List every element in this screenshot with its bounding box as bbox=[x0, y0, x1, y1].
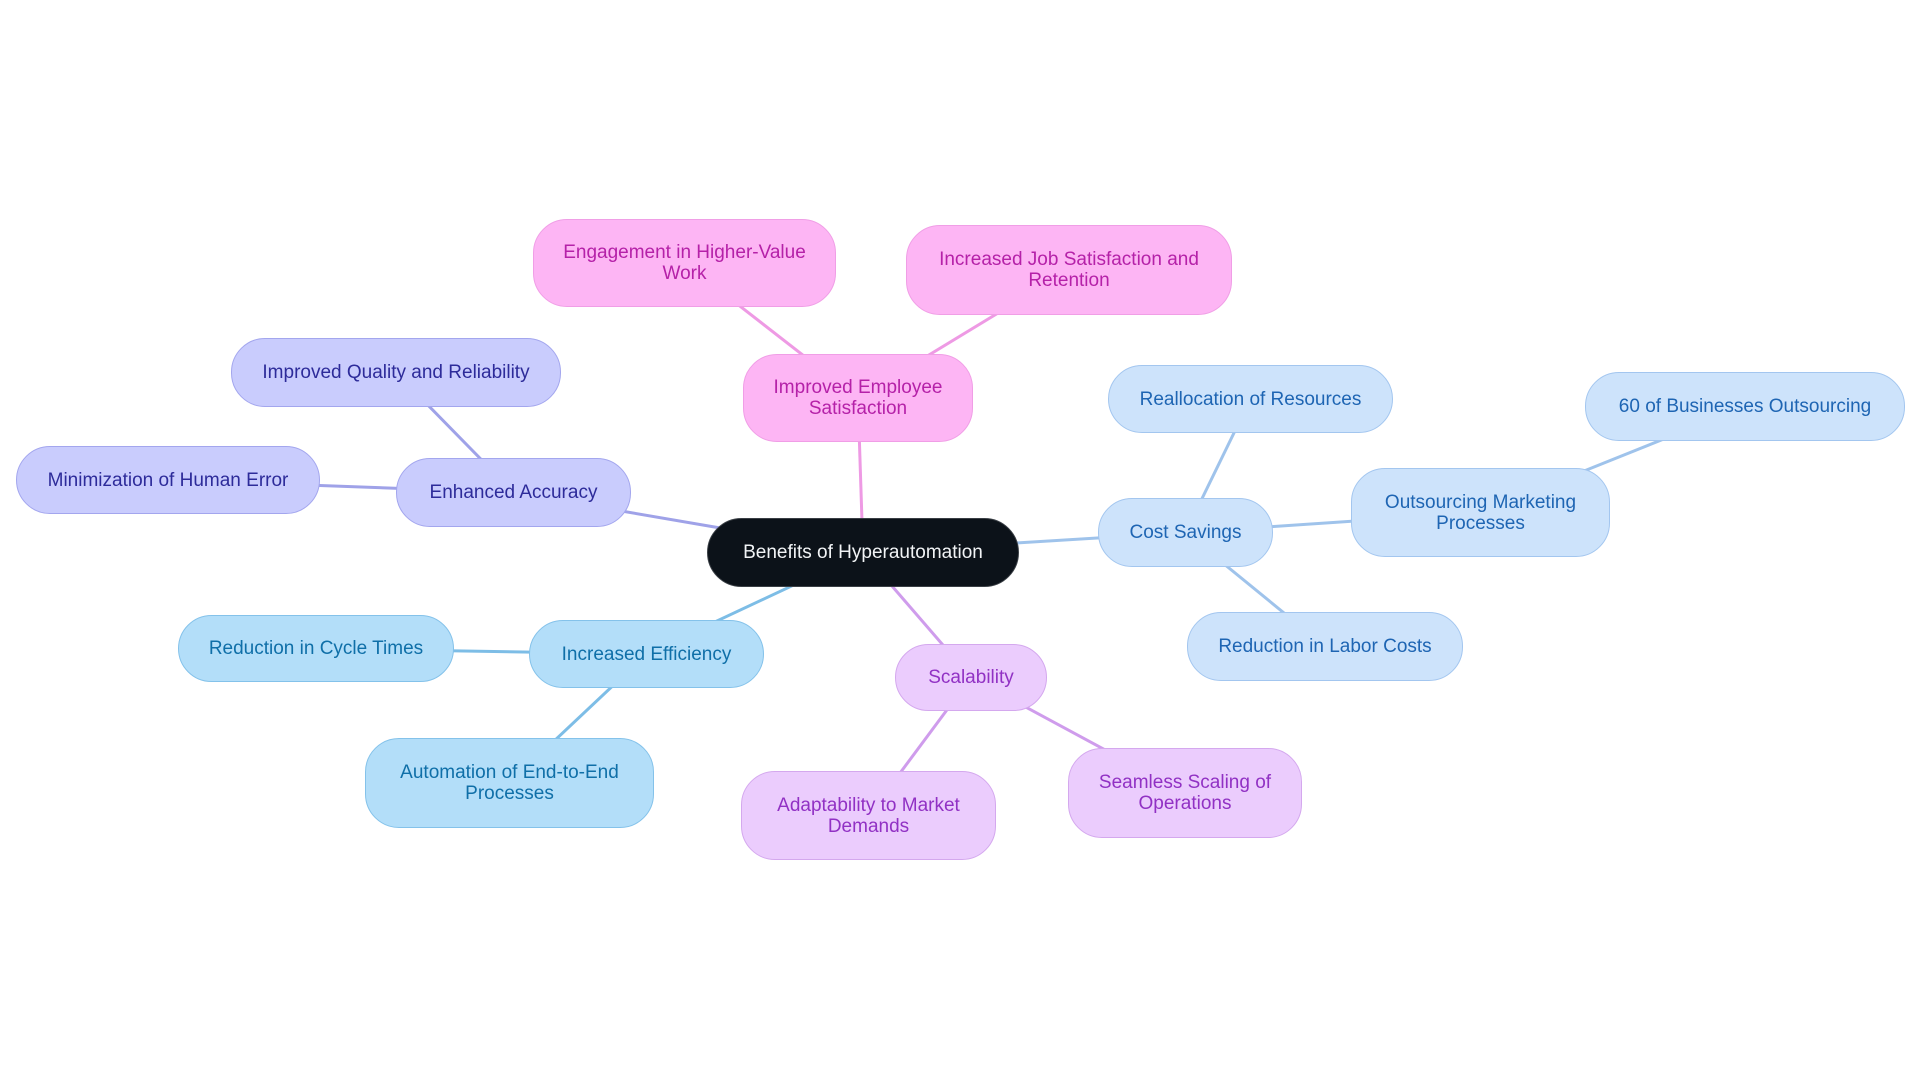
node-label: Seamless Scaling of Operations bbox=[1098, 772, 1272, 814]
node-outsourcing-marketing-processes[interactable]: Outsourcing Marketing Processes bbox=[1351, 468, 1610, 557]
node-label: Minimization of Human Error bbox=[47, 469, 289, 491]
node-label: Improved Quality and Reliability bbox=[262, 362, 530, 383]
root-node-label: Benefits of Hyperautomation bbox=[743, 542, 983, 563]
root-node[interactable]: Benefits of Hyperautomation bbox=[707, 518, 1019, 587]
node-label: Increased Efficiency bbox=[561, 643, 732, 665]
node-label: Reduction in Labor Costs bbox=[1218, 636, 1432, 657]
node-label: Automation of End-to-End Processes bbox=[400, 762, 619, 804]
node-label: 60 of Businesses Outsourcing bbox=[1618, 396, 1872, 417]
node-label: Adaptability to Market Demands bbox=[777, 794, 960, 837]
node-automation-of-end-to-end-processes[interactable]: Automation of End-to-End Processes bbox=[365, 738, 654, 828]
node-reduction-in-cycle-times[interactable]: Reduction in Cycle Times bbox=[178, 615, 454, 682]
node-reallocation-of-resources[interactable]: Reallocation of Resources bbox=[1108, 365, 1393, 433]
node-label: Outsourcing Marketing Processes bbox=[1384, 491, 1577, 534]
node-increased-job-satisfaction[interactable]: Increased Job Satisfaction and Retention bbox=[906, 225, 1232, 315]
node-seamless-scaling-of-operations[interactable]: Seamless Scaling of Operations bbox=[1068, 748, 1302, 838]
node-reduction-in-labor-costs[interactable]: Reduction in Labor Costs bbox=[1187, 612, 1463, 681]
node-engagement-in-higher-value-work[interactable]: Engagement in Higher-Value Work bbox=[533, 219, 836, 307]
node-improved-quality-and-reliability[interactable]: Improved Quality and Reliability bbox=[231, 338, 561, 407]
node-adaptability-to-market-demands[interactable]: Adaptability to Market Demands bbox=[741, 771, 996, 860]
node-label: Reduction in Cycle Times bbox=[208, 638, 424, 659]
node-increased-efficiency[interactable]: Increased Efficiency bbox=[529, 620, 764, 688]
node-minimization-of-human-error[interactable]: Minimization of Human Error bbox=[16, 446, 320, 514]
node-label: Engagement in Higher-Value Work bbox=[563, 242, 806, 284]
node-label: Scalability bbox=[928, 667, 1014, 688]
node-cost-savings[interactable]: Cost Savings bbox=[1098, 498, 1273, 567]
node-label: Improved Employee Satisfaction bbox=[773, 377, 943, 419]
node-improved-employee-satisfaction[interactable]: Improved Employee Satisfaction bbox=[743, 354, 973, 442]
node-label: Increased Job Satisfaction and Retention bbox=[939, 249, 1199, 291]
node-label: Cost Savings bbox=[1129, 522, 1242, 543]
node-enhanced-accuracy[interactable]: Enhanced Accuracy bbox=[396, 458, 631, 527]
node-label: Reallocation of Resources bbox=[1139, 388, 1362, 410]
node-label: Enhanced Accuracy bbox=[429, 482, 598, 503]
node-60-of-businesses-outsourcing[interactable]: 60 of Businesses Outsourcing bbox=[1585, 372, 1905, 441]
node-scalability[interactable]: Scalability bbox=[895, 644, 1047, 711]
